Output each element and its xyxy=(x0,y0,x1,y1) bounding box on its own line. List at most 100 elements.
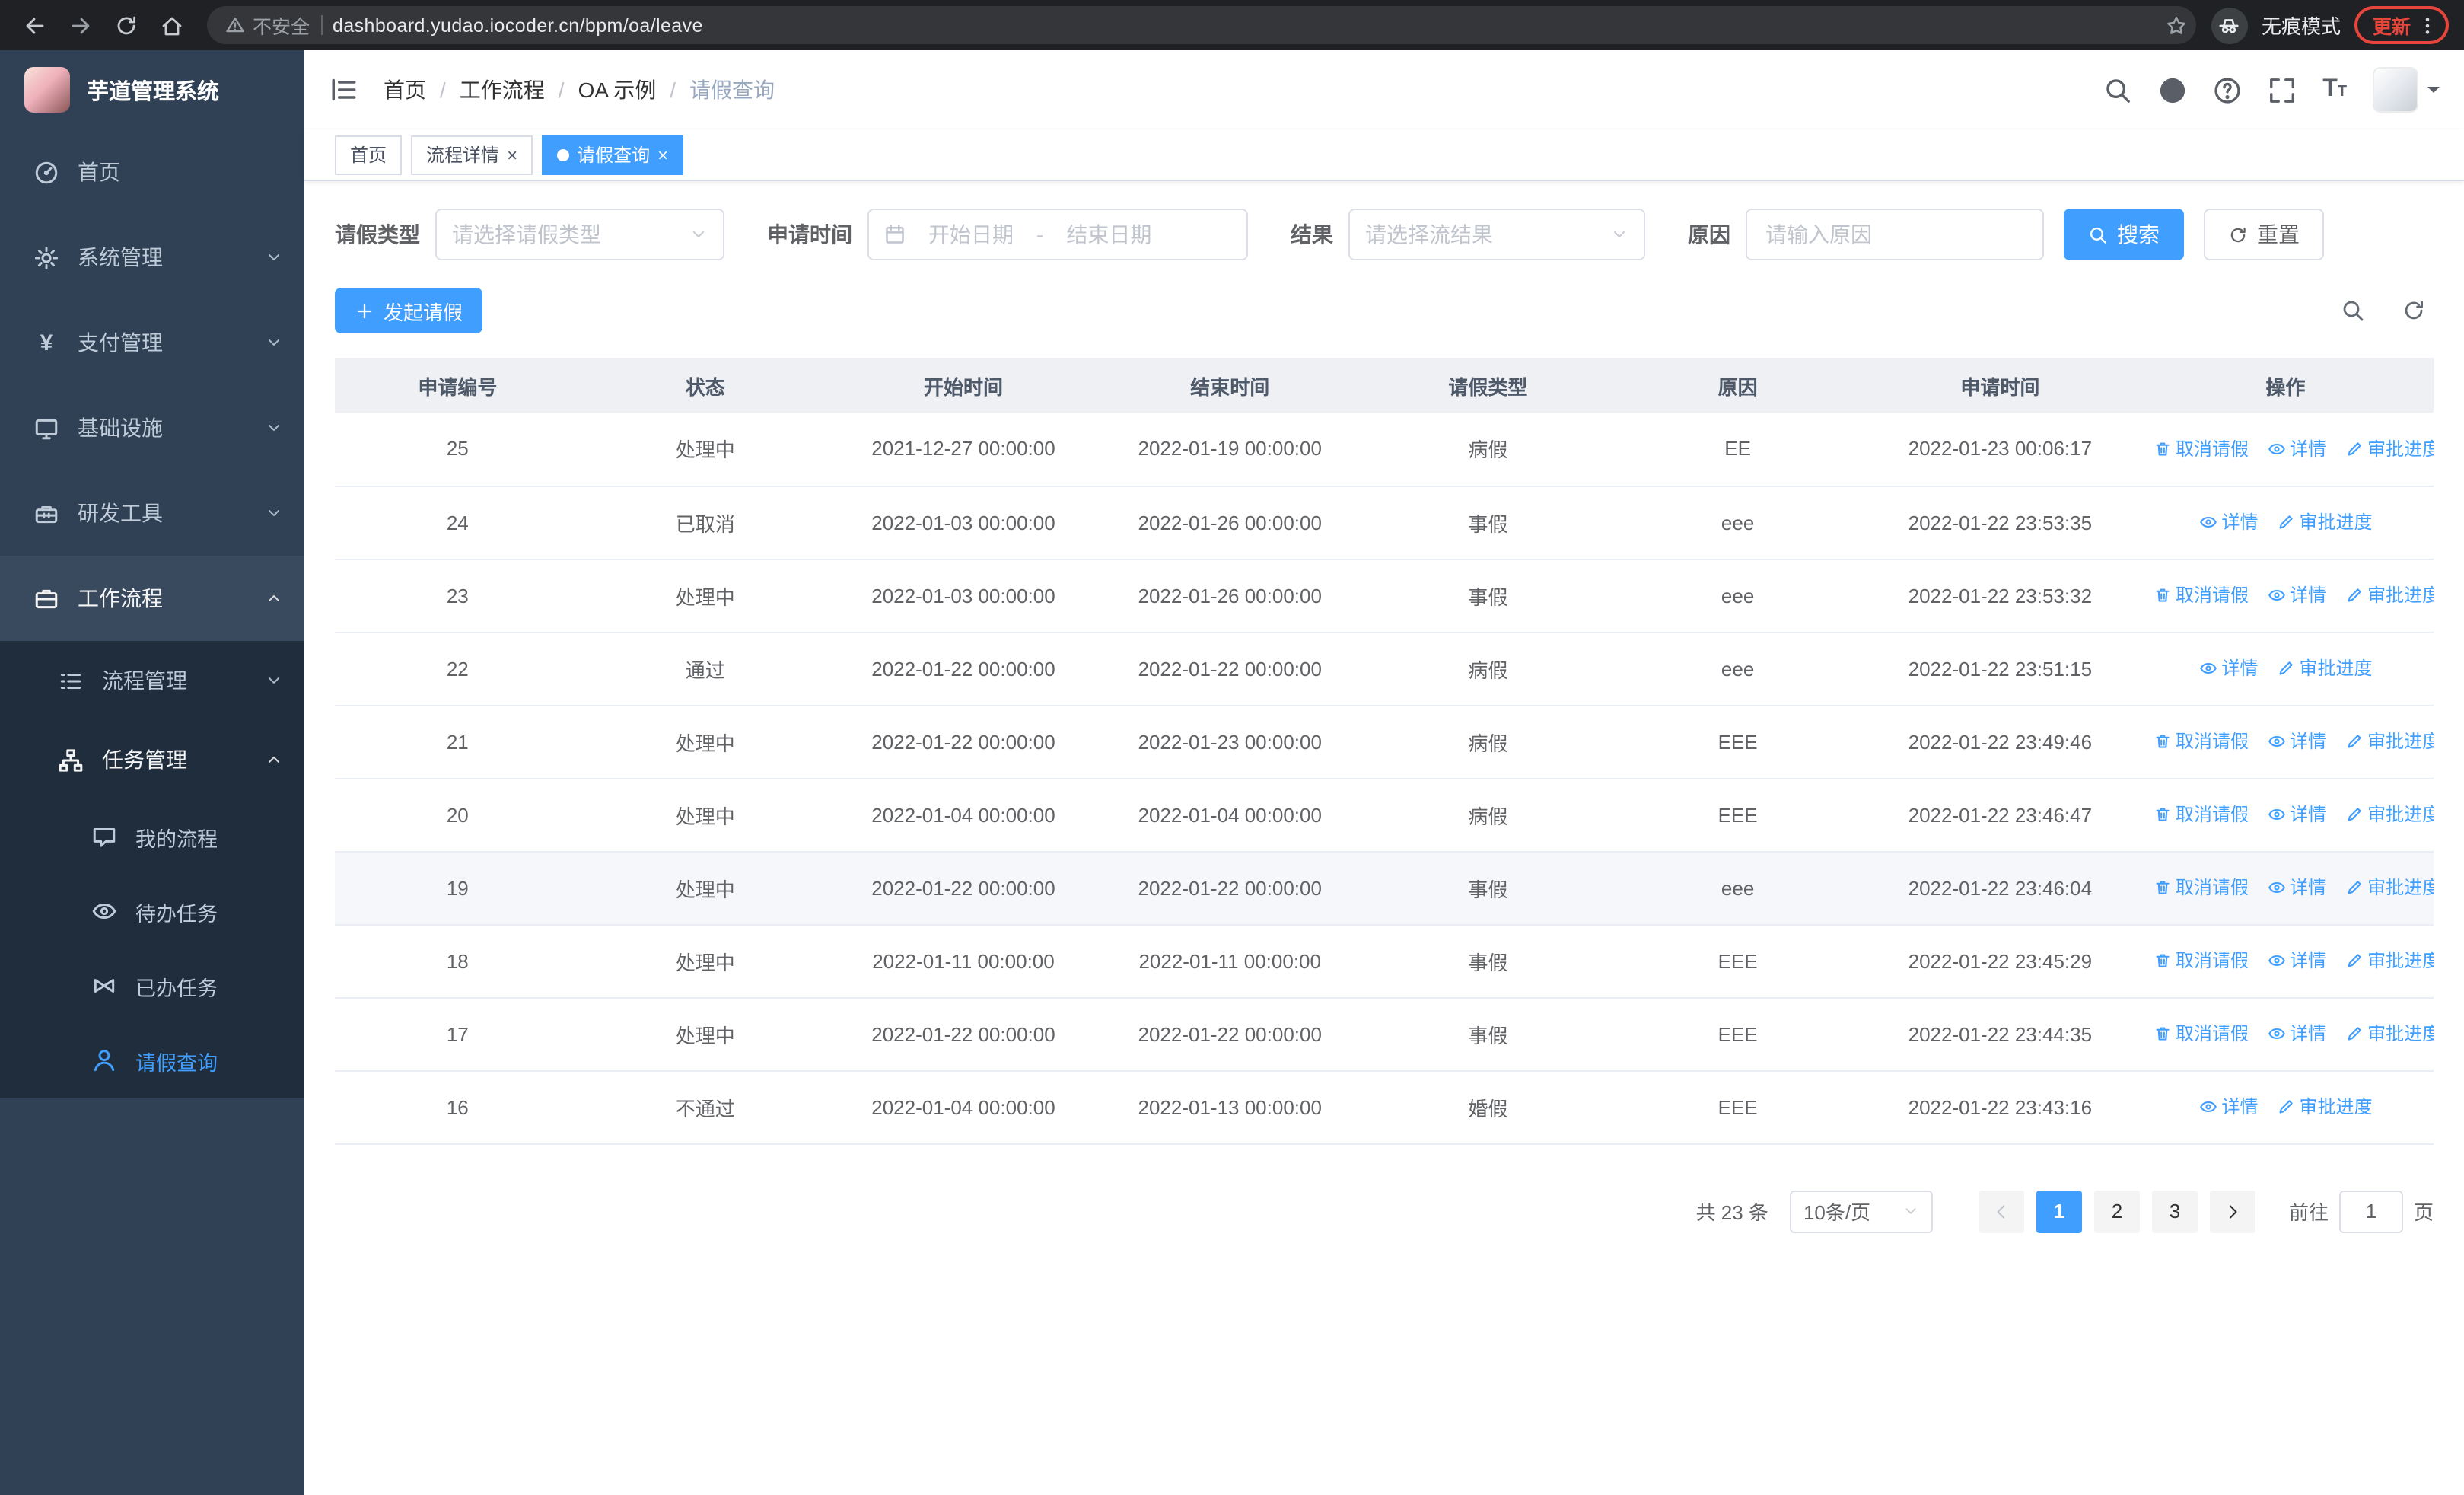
table-row[interactable]: 24 已取消 2022-01-03 00:00:00 2022-01-26 00:00… xyxy=(335,486,2434,559)
refresh-icon xyxy=(2405,301,2423,320)
approval-progress-link[interactable]: 审批进度 xyxy=(2345,802,2434,827)
detail-link[interactable]: 详情 xyxy=(2267,582,2326,608)
detail-link[interactable]: 详情 xyxy=(2198,509,2259,535)
detail-link[interactable]: 详情 xyxy=(2267,948,2326,974)
collapse-sidebar-icon[interactable] xyxy=(329,75,359,105)
edit-icon xyxy=(2347,953,2361,967)
date-range-picker[interactable]: - xyxy=(867,209,1248,260)
sidebar-item-process-management[interactable]: 流程管理 xyxy=(0,641,304,720)
sidebar-item-home[interactable]: 首页 xyxy=(0,129,304,215)
create-leave-button[interactable]: 发起请假 xyxy=(335,288,483,333)
cell-actions: 取消请假 详情 审批进度 xyxy=(2138,851,2434,925)
detail-link[interactable]: 详情 xyxy=(2198,1094,2259,1120)
table-row[interactable]: 21 处理中 2022-01-22 00:00:00 2022-01-23 00:00… xyxy=(335,705,2434,779)
search-icon[interactable] xyxy=(2103,75,2132,104)
sidebar-item-my-processes[interactable]: 我的流程 xyxy=(0,799,304,874)
reset-button[interactable]: 重置 xyxy=(2204,209,2324,260)
fullscreen-icon[interactable] xyxy=(2268,75,2297,104)
table-row[interactable]: 17 处理中 2022-01-22 00:00:00 2022-01-22 00:00… xyxy=(335,997,2434,1071)
browser-reload-icon[interactable] xyxy=(107,5,146,45)
sidebar-item-devtools[interactable]: 研发工具 xyxy=(0,470,304,556)
detail-link[interactable]: 详情 xyxy=(2267,802,2326,827)
sidebar-item-payment[interactable]: ¥ 支付管理 xyxy=(0,300,304,385)
app-logo[interactable]: 芋道管理系统 xyxy=(0,50,304,129)
approval-progress-link[interactable]: 审批进度 xyxy=(2345,875,2434,901)
leave-type-select[interactable]: 请选择请假类型 xyxy=(435,209,724,260)
reason-input[interactable] xyxy=(1746,209,2044,260)
page-size-select[interactable]: 10条/页 xyxy=(1789,1190,1933,1232)
refresh-table-button[interactable] xyxy=(2394,291,2434,330)
sidebar-item-done-tasks[interactable]: 已办任务 xyxy=(0,948,304,1023)
sidebar-item-leave-query[interactable]: 请假查询 xyxy=(0,1023,304,1098)
cancel-leave-link[interactable]: 取消请假 xyxy=(2153,1021,2249,1047)
browser-back-icon[interactable] xyxy=(15,5,55,45)
cell-start: 2022-01-22 00:00:00 xyxy=(829,997,1097,1071)
browser-home-icon[interactable] xyxy=(152,5,192,45)
sidebar-item-task-management[interactable]: 任务管理 xyxy=(0,720,304,799)
detail-link[interactable]: 详情 xyxy=(2267,875,2326,901)
table-row[interactable]: 23 处理中 2022-01-03 00:00:00 2022-01-26 00:00… xyxy=(335,559,2434,633)
sidebar-item-workflow[interactable]: 工作流程 xyxy=(0,556,304,641)
search-button[interactable]: 搜索 xyxy=(2064,209,2184,260)
cancel-leave-link[interactable]: 取消请假 xyxy=(2153,802,2249,827)
github-icon[interactable] xyxy=(2158,75,2187,104)
table-row[interactable]: 19 处理中 2022-01-22 00:00:00 2022-01-22 00:00… xyxy=(335,851,2434,925)
toggle-search-button[interactable] xyxy=(2333,291,2373,330)
detail-link[interactable]: 详情 xyxy=(2267,728,2326,754)
cancel-leave-link[interactable]: 取消请假 xyxy=(2153,582,2249,608)
approval-progress-link[interactable]: 审批进度 xyxy=(2345,1021,2434,1047)
security-status[interactable]: 不安全 xyxy=(225,11,310,40)
chevron-down-icon xyxy=(268,339,280,346)
table-row[interactable]: 25 处理中 2021-12-27 00:00:00 2022-01-19 00:00… xyxy=(335,413,2434,486)
address-bar[interactable]: 不安全 dashboard.yudao.iocoder.cn/bpm/oa/le… xyxy=(207,6,2196,44)
next-page-button[interactable] xyxy=(2209,1190,2255,1232)
tab-process-detail[interactable]: 流程详情 × xyxy=(411,135,533,174)
breadcrumb-item[interactable]: OA 示例 xyxy=(578,75,657,105)
sidebar-item-label: 研发工具 xyxy=(78,501,163,525)
cancel-leave-link[interactable]: 取消请假 xyxy=(2153,435,2249,461)
bookmark-star-icon[interactable] xyxy=(2166,14,2187,36)
cancel-leave-link[interactable]: 取消请假 xyxy=(2153,728,2249,754)
browser-forward-icon[interactable] xyxy=(61,5,100,45)
close-icon[interactable]: × xyxy=(657,145,668,164)
sidebar-item-system[interactable]: 系统管理 xyxy=(0,215,304,300)
font-size-icon[interactable]: TT xyxy=(2322,77,2347,102)
table-row[interactable]: 22 通过 2022-01-22 00:00:00 2022-01-22 00:00:… xyxy=(335,632,2434,706)
column-header: 申请编号 xyxy=(335,358,581,413)
table-row[interactable]: 18 处理中 2022-01-11 00:00:00 2022-01-11 00:00… xyxy=(335,924,2434,998)
sidebar-item-pending-tasks[interactable]: 待办任务 xyxy=(0,874,304,948)
approval-progress-link[interactable]: 审批进度 xyxy=(2277,1094,2373,1120)
approval-progress-link[interactable]: 审批进度 xyxy=(2277,655,2373,681)
help-icon[interactable] xyxy=(2213,75,2242,104)
tab-home[interactable]: 首页 xyxy=(335,135,403,174)
close-icon[interactable]: × xyxy=(507,145,517,164)
prev-page-button[interactable] xyxy=(1978,1190,2024,1232)
page-button-2[interactable]: 2 xyxy=(2093,1190,2140,1232)
breadcrumb-item[interactable]: 首页 xyxy=(384,75,426,105)
table-row[interactable]: 16 不通过 2022-01-04 00:00:00 2022-01-13 00:00… xyxy=(335,1070,2434,1144)
table-row[interactable]: 20 处理中 2022-01-04 00:00:00 2022-01-04 00:00… xyxy=(335,778,2434,852)
table-toolbar: 发起请假 xyxy=(335,288,2434,333)
approval-progress-link[interactable]: 审批进度 xyxy=(2277,509,2373,535)
user-menu[interactable] xyxy=(2373,67,2440,113)
result-select[interactable]: 请选择流结果 xyxy=(1348,209,1645,260)
detail-link[interactable]: 详情 xyxy=(2267,435,2326,461)
url-text[interactable]: dashboard.yudao.iocoder.cn/bpm/oa/leave xyxy=(333,14,2155,36)
detail-link[interactable]: 详情 xyxy=(2267,1021,2326,1047)
approval-progress-link[interactable]: 审批进度 xyxy=(2345,948,2434,974)
page-button-1[interactable]: 1 xyxy=(2036,1190,2082,1232)
breadcrumb-item[interactable]: 工作流程 xyxy=(460,75,545,105)
end-date-input[interactable] xyxy=(1049,221,1169,248)
approval-progress-link[interactable]: 审批进度 xyxy=(2345,435,2434,461)
tab-leave-query[interactable]: 请假查询 × xyxy=(542,135,684,174)
goto-page-input[interactable] xyxy=(2338,1190,2403,1232)
start-date-input[interactable] xyxy=(912,221,1030,248)
cancel-leave-link[interactable]: 取消请假 xyxy=(2153,875,2249,901)
detail-link[interactable]: 详情 xyxy=(2198,655,2259,681)
cancel-leave-link[interactable]: 取消请假 xyxy=(2153,948,2249,974)
sidebar-item-infrastructure[interactable]: 基础设施 xyxy=(0,385,304,470)
update-menu-button[interactable]: 更新 xyxy=(2354,6,2449,44)
page-button-3[interactable]: 3 xyxy=(2151,1190,2198,1232)
approval-progress-link[interactable]: 审批进度 xyxy=(2345,728,2434,754)
approval-progress-link[interactable]: 审批进度 xyxy=(2345,582,2434,608)
